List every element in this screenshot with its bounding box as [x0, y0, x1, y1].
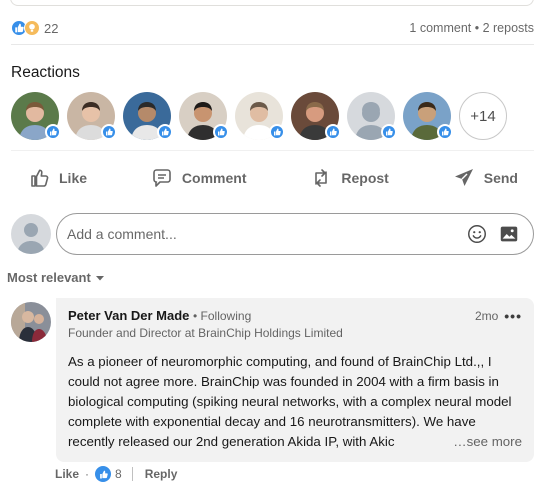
emoji-icon[interactable]: [461, 218, 493, 250]
insightful-reaction-icon: [24, 20, 40, 36]
commenter-avatar[interactable]: [11, 302, 51, 342]
caret-down-icon: [95, 275, 104, 280]
repost-button-label: Repost: [341, 170, 389, 186]
reactor-avatar[interactable]: [403, 92, 453, 140]
social-counts-bar: 22 1 comment • 2 reposts: [11, 17, 534, 39]
image-upload-icon[interactable]: [493, 218, 525, 250]
comment-bubble-icon: [153, 169, 171, 187]
comment-button-label: Comment: [181, 170, 247, 186]
divider: [11, 44, 534, 45]
comment-button[interactable]: Comment: [134, 160, 263, 196]
comment-like-count[interactable]: 8: [115, 467, 122, 481]
commenter-name-line: Peter Van Der Made • Following: [68, 308, 343, 323]
comment-like-button[interactable]: Like: [55, 467, 79, 481]
like-badge-icon: [381, 124, 397, 140]
reactor-avatar[interactable]: [179, 92, 229, 140]
comment-header: Peter Van Der Made • Following Founder a…: [68, 308, 522, 340]
comment-bubble: Peter Van Der Made • Following Founder a…: [56, 298, 534, 462]
comments-reposts-count[interactable]: 1 comment • 2 reposts: [409, 21, 534, 35]
comment-text-block: As a pioneer of neuromorphic computing, …: [68, 352, 522, 452]
more-options-icon[interactable]: •••: [504, 308, 522, 324]
post-card-bottom-edge: [10, 0, 534, 6]
following-status: • Following: [193, 309, 252, 323]
like-badge-icon: [213, 124, 229, 140]
reactor-avatar[interactable]: [123, 92, 173, 140]
comment-meta: 2mo •••: [475, 308, 522, 324]
reaction-summary[interactable]: 22: [11, 20, 58, 36]
like-badge-icon: [437, 124, 453, 140]
see-more-link[interactable]: …see more: [447, 432, 522, 452]
reactor-avatar[interactable]: [11, 92, 61, 140]
commenter-headline: Founder and Director at BrainChip Holdin…: [68, 326, 343, 340]
add-comment-row: [11, 213, 534, 255]
comment-social-actions: Like · 8 Reply: [55, 466, 177, 482]
like-badge-icon: [157, 124, 173, 140]
vertical-divider: [131, 467, 133, 481]
current-user-avatar: [11, 214, 51, 254]
comment-sort-dropdown[interactable]: Most relevant: [7, 270, 106, 285]
reactor-avatar-list: +14: [11, 92, 507, 140]
like-badge-icon: [45, 124, 61, 140]
like-button-label: Like: [59, 170, 88, 186]
reactor-avatar[interactable]: [291, 92, 341, 140]
thumbs-up-icon: [31, 169, 49, 187]
comment-text: As a pioneer of neuromorphic computing, …: [68, 354, 512, 449]
reply-button[interactable]: Reply: [145, 467, 178, 481]
reactor-avatar[interactable]: [67, 92, 117, 140]
comment-input-container[interactable]: [56, 213, 534, 255]
divider: [11, 150, 534, 151]
like-reaction-icon: [95, 466, 112, 482]
like-badge-icon: [101, 124, 117, 140]
repost-icon: [315, 169, 328, 187]
commenter-name[interactable]: Peter Van Der Made: [68, 308, 189, 323]
send-button-label: Send: [483, 170, 518, 186]
reactor-avatar[interactable]: [347, 92, 397, 140]
reaction-count: 22: [44, 20, 59, 36]
like-badge-icon: [269, 124, 285, 140]
more-reactors-button[interactable]: +14: [459, 92, 507, 140]
repost-button[interactable]: Repost: [293, 160, 404, 196]
comment-input[interactable]: [67, 226, 461, 242]
send-button[interactable]: Send: [436, 160, 534, 196]
like-badge-icon: [325, 124, 341, 140]
like-button[interactable]: Like: [11, 160, 103, 196]
reactions-heading: Reactions: [11, 64, 80, 81]
comment-timestamp: 2mo: [474, 309, 499, 323]
send-paper-plane-icon: [454, 169, 473, 186]
sort-label: Most relevant: [7, 270, 91, 285]
dot-separator: ·: [85, 467, 90, 481]
post-action-bar: Like Comment Repost Send: [11, 160, 534, 196]
reactor-avatar[interactable]: [235, 92, 285, 140]
